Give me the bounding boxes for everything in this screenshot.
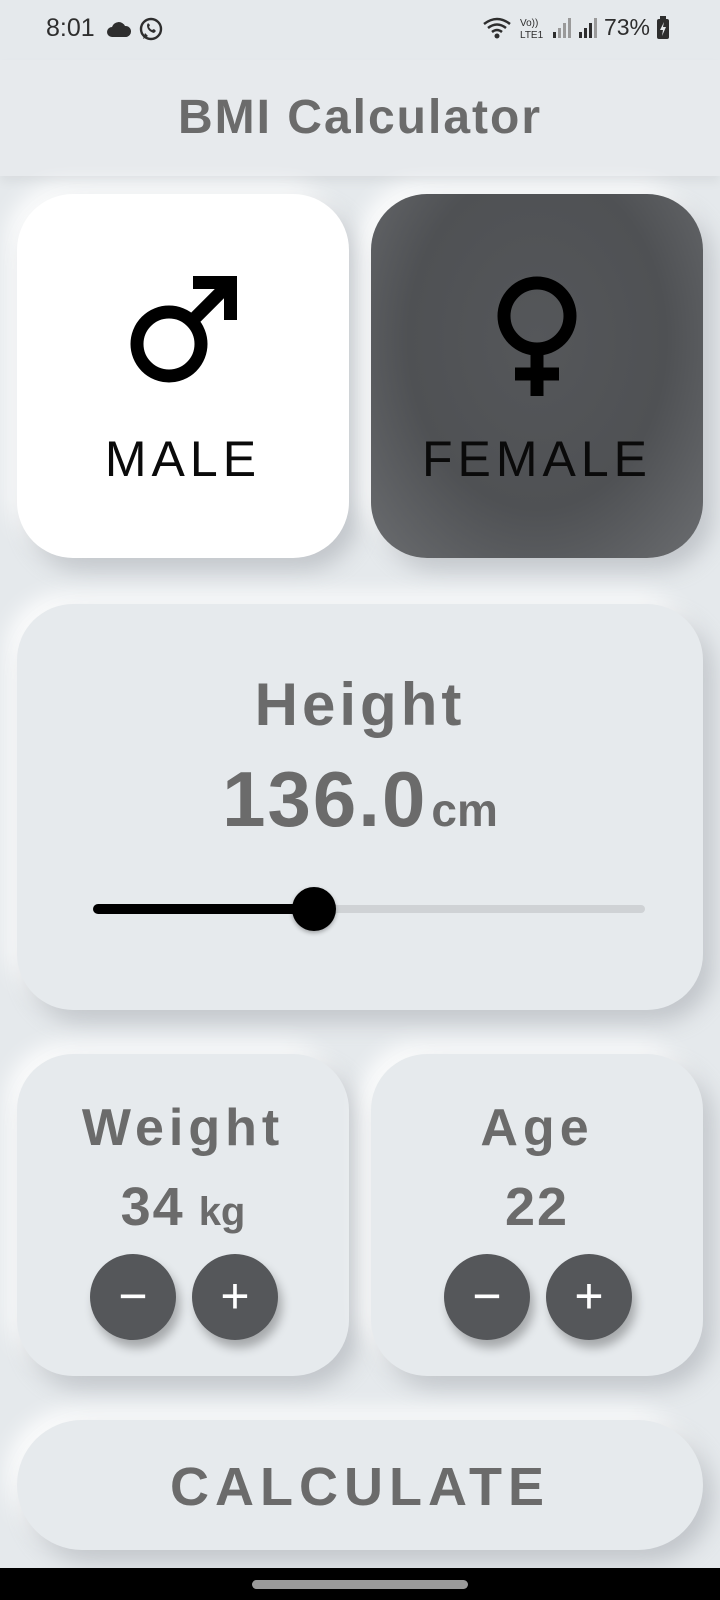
height-value-row: 136.0cm bbox=[17, 754, 703, 845]
height-card: Height 136.0cm bbox=[17, 604, 703, 1010]
status-bar: 8:01 Vo)) LTE1 73% bbox=[0, 0, 720, 60]
male-symbol-icon bbox=[130, 276, 237, 383]
weight-value: 34 bbox=[120, 1177, 185, 1237]
cloud-icon bbox=[107, 22, 132, 37]
page-title: BMI Calculator bbox=[177, 91, 543, 144]
battery-percentage: 73% bbox=[603, 14, 650, 40]
svg-text:LTE1: LTE1 bbox=[520, 30, 544, 41]
weight-value-row: 34 kg bbox=[17, 1176, 349, 1238]
age-value-row: 22 bbox=[371, 1176, 703, 1238]
male-label: MALE bbox=[104, 431, 262, 487]
slider-thumb[interactable] bbox=[292, 887, 336, 931]
weight-increment-button[interactable]: + bbox=[192, 1254, 278, 1340]
slider-track-active bbox=[93, 904, 314, 914]
age-card: Age 22 − + bbox=[371, 1054, 703, 1376]
female-card[interactable]: FEMALE bbox=[371, 194, 703, 558]
signal-icon bbox=[578, 17, 597, 38]
calculate-button[interactable]: CALCULATE bbox=[17, 1420, 703, 1550]
age-decrement-button[interactable]: − bbox=[444, 1254, 530, 1340]
battery-charging-icon bbox=[657, 15, 669, 39]
height-label: Height bbox=[254, 671, 466, 738]
age-value: 22 bbox=[504, 1177, 570, 1237]
app-bar: BMI Calculator bbox=[0, 60, 720, 176]
female-symbol-icon bbox=[497, 276, 577, 396]
signal-icon bbox=[552, 17, 571, 38]
status-time: 8:01 bbox=[46, 14, 95, 42]
weight-card: Weight 34 kg − + bbox=[17, 1054, 349, 1376]
weight-label: Weight bbox=[81, 1099, 285, 1157]
navigation-bar bbox=[0, 1568, 720, 1600]
height-value: 136.0 bbox=[222, 755, 428, 843]
whatsapp-icon bbox=[139, 17, 163, 41]
weight-decrement-button[interactable]: − bbox=[90, 1254, 176, 1340]
height-unit: cm bbox=[431, 784, 498, 836]
svg-text:Vo)): Vo)) bbox=[520, 18, 538, 29]
calculate-label: CALCULATE bbox=[170, 1457, 550, 1517]
age-label: Age bbox=[480, 1099, 594, 1157]
height-slider[interactable] bbox=[93, 887, 645, 931]
status-system-icons: Vo)) LTE1 73% bbox=[482, 14, 670, 41]
wifi-icon bbox=[483, 17, 511, 38]
home-gesture-handle[interactable] bbox=[252, 1580, 468, 1589]
weight-unit: kg bbox=[198, 1190, 246, 1234]
volte-lte-icon: Vo)) LTE1 bbox=[520, 18, 544, 41]
female-label: FEMALE bbox=[421, 431, 653, 487]
male-card[interactable]: MALE bbox=[17, 194, 349, 558]
status-notification-icons bbox=[106, 16, 164, 42]
age-increment-button[interactable]: + bbox=[546, 1254, 632, 1340]
